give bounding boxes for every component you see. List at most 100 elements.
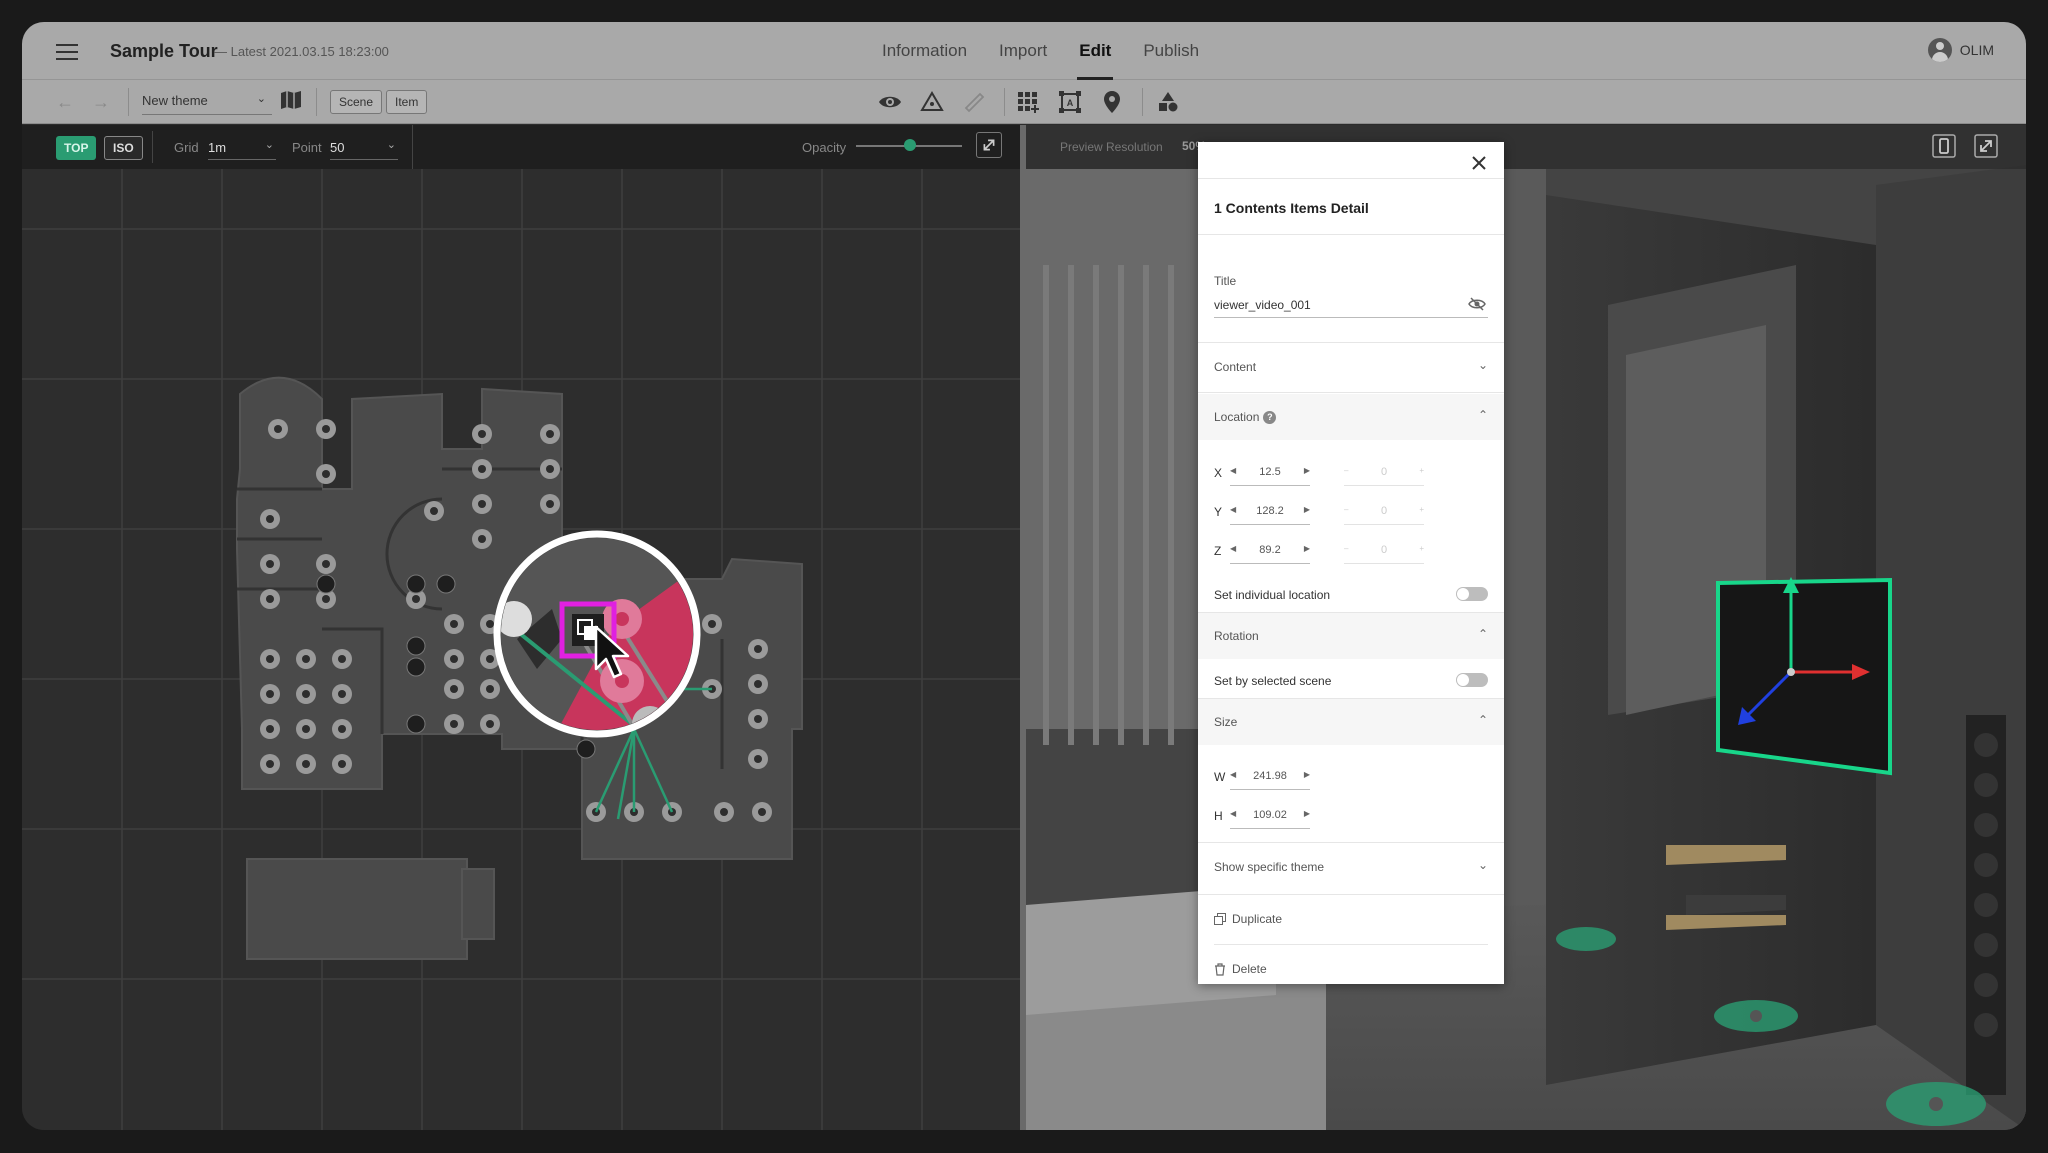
chevron-down-icon: ⌄ [1477,358,1488,372]
user-menu[interactable]: OLIM [1927,38,1994,62]
scene-preview[interactable]: Preview Resolution 50% [1026,125,2026,1130]
toolbar-divider [412,125,413,169]
expand-preview-icon[interactable] [1974,134,1998,158]
individual-location-toggle[interactable] [1456,587,1488,601]
w-stepper[interactable]: ◀ 241.98 ▶ [1230,764,1310,790]
x-stepper[interactable]: ◀ 12.5 ▶ [1230,460,1310,486]
close-icon[interactable] [1468,152,1490,174]
opacity-label: Opacity [802,140,847,155]
scene-button[interactable]: Scene [330,90,383,114]
panel-divider [1198,894,1504,895]
polygon-icon[interactable] [920,90,944,114]
chevron-down-icon: ⌄ [264,139,274,151]
z-value: 89.2 [1259,544,1281,556]
menu-icon[interactable] [56,44,78,60]
chevron-up-icon: ⌃ [1477,713,1488,727]
panel-divider [1198,842,1504,843]
floor-plan-svg [22,169,1020,1130]
tab-import[interactable]: Import [983,22,1063,80]
content-label: Content [1214,360,1257,374]
point-label: Point [292,140,322,155]
title-input[interactable]: viewer_video_001 [1214,292,1488,318]
y-value: 128.2 [1256,505,1284,517]
chevron-up-icon: ⌃ [1477,408,1488,422]
speaker-tower [1966,715,2006,1095]
shapes-icon[interactable] [1156,90,1180,114]
selected-video-frame[interactable] [1716,577,1892,776]
view-iso-button[interactable]: ISO [104,136,143,160]
size-label: Size [1214,715,1238,729]
chevron-down-icon: ⌄ [386,139,396,151]
plan-view-toolbar: TOP ISO Grid 1m ⌄ Point 50 ⌄ Opacity [22,125,1020,169]
tab-edit[interactable]: Edit [1063,22,1127,80]
x-value: 12.5 [1259,466,1281,478]
chevron-down-icon: ⌄ [1477,858,1488,872]
y-offset-value: 0 [1380,505,1388,517]
w-value: 241.98 [1253,770,1287,782]
z-offset-value: 0 [1380,544,1388,556]
individual-location-label: Set individual location [1214,588,1331,602]
location-section-header[interactable]: Location? ⌃ [1198,394,1504,440]
point-select-value: 50 [330,140,345,155]
content-section-header[interactable]: Content ⌄ [1198,344,1504,390]
floor-plan-canvas[interactable] [22,169,1020,1130]
item-button[interactable]: Item [386,90,428,114]
h-axis-label: H [1214,809,1223,823]
delete-button[interactable]: Delete [1214,962,1267,976]
by-scene-toggle[interactable] [1456,673,1488,687]
undo-icon[interactable]: ← [56,92,74,113]
x-axis-label: X [1214,466,1223,480]
title-input-value: viewer_video_001 [1214,298,1311,312]
help-icon[interactable]: ? [1263,411,1277,424]
auto-layout-icon[interactable]: A [1058,90,1082,114]
theme-select[interactable]: New theme ⌄ [142,89,272,115]
point-select[interactable]: 50 ⌄ [330,136,398,160]
eye-off-icon[interactable] [1468,296,1486,312]
panel-divider [1198,392,1504,393]
tab-information[interactable]: Information [866,22,983,80]
location-y-row: Y ◀ 128.2 ▶ –0 + [1214,499,1494,525]
chevron-down-icon: ⌄ [256,93,266,105]
rotation-section-header[interactable]: Rotation ⌃ [1198,613,1504,659]
grid-add-icon[interactable] [1016,90,1040,114]
redo-icon[interactable]: → [92,92,110,113]
theme-section-header[interactable]: Show specific theme ⌄ [1198,844,1504,890]
toolbar-divider [1004,88,1005,116]
tab-publish[interactable]: Publish [1127,22,1215,80]
grid-select[interactable]: 1m ⌄ [208,136,276,160]
room-render [1026,125,2026,1130]
avatar-icon [1927,38,1952,62]
x-offset-value: 0 [1380,466,1388,478]
y-stepper[interactable]: ◀ 128.2 ▶ [1230,499,1310,525]
ruler-icon[interactable] [962,90,986,114]
expand-icon[interactable] [976,132,1002,158]
z-stepper[interactable]: ◀ 89.2 ▶ [1230,538,1310,564]
w-axis-label: W [1214,770,1226,784]
panel-heading: 1 Contents Items Detail [1214,200,1369,216]
theme-select-value: New theme [142,93,208,108]
contents-detail-panel: 1 Contents Items Detail Title viewer_vid… [1198,142,1504,984]
h-stepper[interactable]: ◀ 109.02 ▶ [1230,803,1310,829]
main-tabs: Information Import Edit Publish [866,22,1215,80]
y-offset-stepper[interactable]: –0 + [1344,499,1424,525]
duplicate-label: Duplicate [1232,912,1283,926]
mobile-preview-icon[interactable] [1932,134,1956,158]
size-section-header[interactable]: Size ⌃ [1198,699,1504,745]
z-offset-stepper[interactable]: –0 + [1344,538,1424,564]
grid-label: Grid [174,140,199,155]
theme-label: Show specific theme [1214,860,1325,874]
h-value: 109.02 [1253,809,1287,821]
preview-toolbar: Preview Resolution 50% [1026,125,2026,169]
location-pin-icon[interactable] [1100,90,1124,114]
tour-title: Sample Tour [110,41,218,61]
duplicate-button[interactable]: Duplicate [1214,912,1282,926]
panel-divider [1214,944,1488,945]
x-offset-stepper[interactable]: –0 + [1344,460,1424,486]
chevron-up-icon: ⌃ [1477,627,1488,641]
map-icon[interactable] [280,90,302,110]
location-label: Location? [1214,410,1277,424]
opacity-slider-handle[interactable] [904,139,916,151]
view-top-button[interactable]: TOP [56,136,97,160]
eye-icon[interactable] [878,90,902,114]
preview-resolution-label: Preview Resolution [1060,140,1163,154]
